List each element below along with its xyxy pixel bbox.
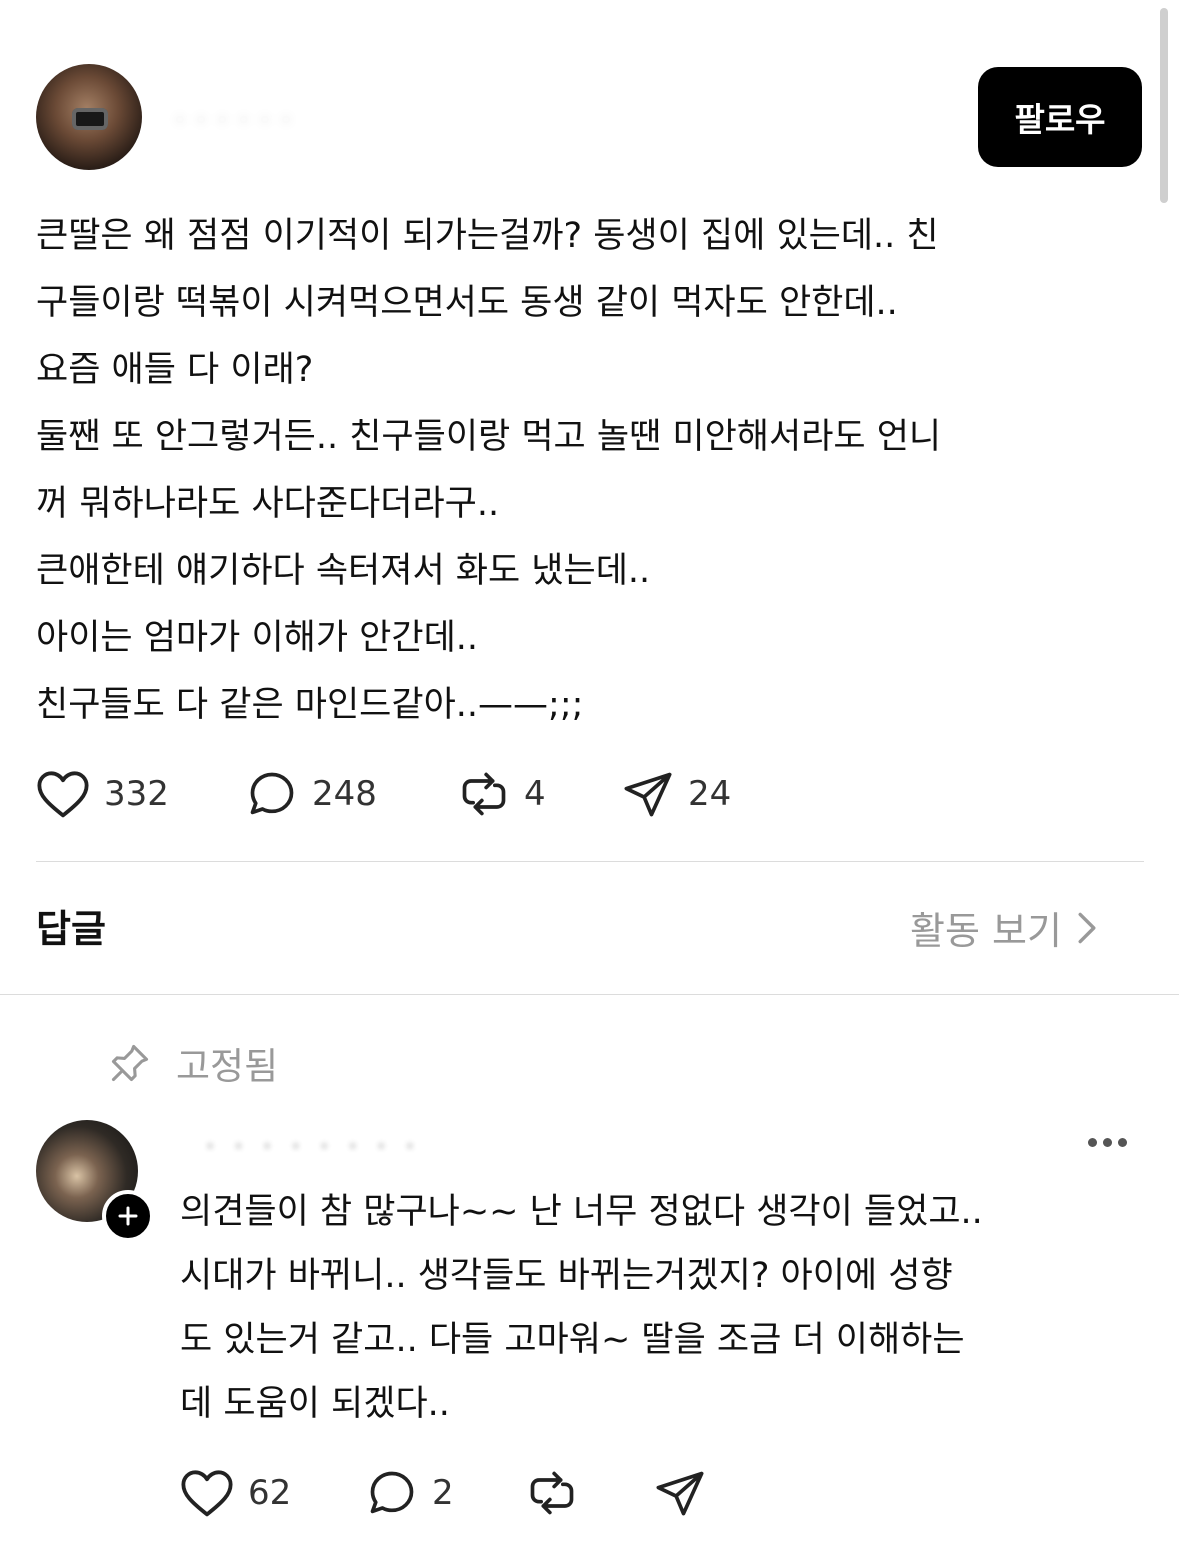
repost-icon <box>462 772 506 816</box>
reply-comment-button[interactable]: 2 <box>366 1461 454 1525</box>
scrollbar[interactable] <box>1160 8 1168 203</box>
follow-button[interactable]: 팔로우 <box>978 67 1142 167</box>
avatar[interactable] <box>36 64 142 170</box>
reply-like-count: 62 <box>248 1473 292 1513</box>
more-dots-icon[interactable] <box>1088 1128 1132 1156</box>
reply-actions: 62 2 <box>180 1461 880 1525</box>
like-button[interactable]: 332 <box>36 762 169 826</box>
post-line: 구들이랑 떡볶이 시켜먹으면서도 동생 같이 먹자도 안한데.. <box>36 283 898 323</box>
pin-icon <box>111 1044 149 1082</box>
chevron-right-icon <box>1078 912 1096 943</box>
reply-line: 도 있는거 같고.. 다들 고마워~ 딸을 조금 더 이해하는 <box>180 1320 965 1360</box>
reply-repost-button[interactable] <box>526 1461 578 1525</box>
pinned-label: 고정됨 <box>176 1045 279 1088</box>
plus-icon <box>118 1206 138 1226</box>
reply-share-button[interactable] <box>654 1461 706 1525</box>
post-header: · · · · · · 팔로우 <box>36 64 1144 172</box>
share-count: 24 <box>688 774 732 814</box>
reply-line: 시대가 바뀌니.. 생각들도 바뀌는거겠지? 아이에 성향 <box>180 1256 953 1296</box>
pinned-indicator: 고정됨 <box>108 1036 278 1090</box>
repost-icon <box>530 1471 574 1515</box>
comment-bubble-icon <box>250 772 294 815</box>
share-button[interactable]: 24 <box>622 762 731 826</box>
post-line: 아이는 엄마가 이해가 안간데.. <box>36 618 479 658</box>
like-count: 332 <box>104 774 169 814</box>
post-line: 친구들도 다 같은 마인드같아..——;;; <box>36 685 584 725</box>
comment-count: 248 <box>312 774 377 814</box>
post-line: 꺼 뭐하나라도 사다준다더라구.. <box>36 484 500 524</box>
reply-line: 의견들이 참 많구나~~ 난 너무 정없다 생각이 들었고.. <box>180 1192 983 1232</box>
post-line: 큰딸은 왜 점점 이기적이 되가는걸까? 동생이 집에 있는데.. 친 <box>36 216 939 256</box>
view-activity-link[interactable]: 활동 보기 <box>910 900 1098 955</box>
reply-comment-count: 2 <box>432 1473 454 1513</box>
send-icon <box>624 772 672 817</box>
reply-text: 의견들이 참 많구나~~ 난 너무 정없다 생각이 들었고.. 시대가 바뀌니.… <box>180 1180 1140 1436</box>
comment-bubble-icon <box>370 1471 414 1514</box>
replies-title: 답글 <box>36 907 106 951</box>
post-actions: 332 248 4 24 <box>36 762 1136 826</box>
reply-line: 데 도움이 되겠다.. <box>180 1384 450 1424</box>
author-username-redacted[interactable]: · · · · · · <box>176 106 556 134</box>
post-text: 큰딸은 왜 점점 이기적이 되가는걸까? 동생이 집에 있는데.. 친 구들이랑… <box>36 203 1136 739</box>
reply-username-redacted[interactable]: · · · · · · · · <box>206 1132 606 1162</box>
view-activity-label: 활동 보기 <box>910 909 1062 953</box>
divider <box>36 861 1144 862</box>
post-line: 둘짼 또 안그렇거든.. 친구들이랑 먹고 놀땐 미안해서라도 언니 <box>36 417 942 457</box>
comment-button[interactable]: 248 <box>246 762 377 826</box>
send-icon <box>656 1471 704 1516</box>
follow-badge[interactable] <box>102 1190 154 1242</box>
post-line: 요즘 애들 다 이래? <box>36 350 314 390</box>
divider <box>0 994 1179 995</box>
reply-like-button[interactable]: 62 <box>180 1461 291 1525</box>
heart-icon <box>181 1470 233 1517</box>
heart-icon <box>37 771 89 818</box>
repost-button[interactable]: 4 <box>458 762 546 826</box>
repost-count: 4 <box>524 774 546 814</box>
post-line: 큰애한테 얘기하다 속터져서 화도 냈는데.. <box>36 551 651 591</box>
